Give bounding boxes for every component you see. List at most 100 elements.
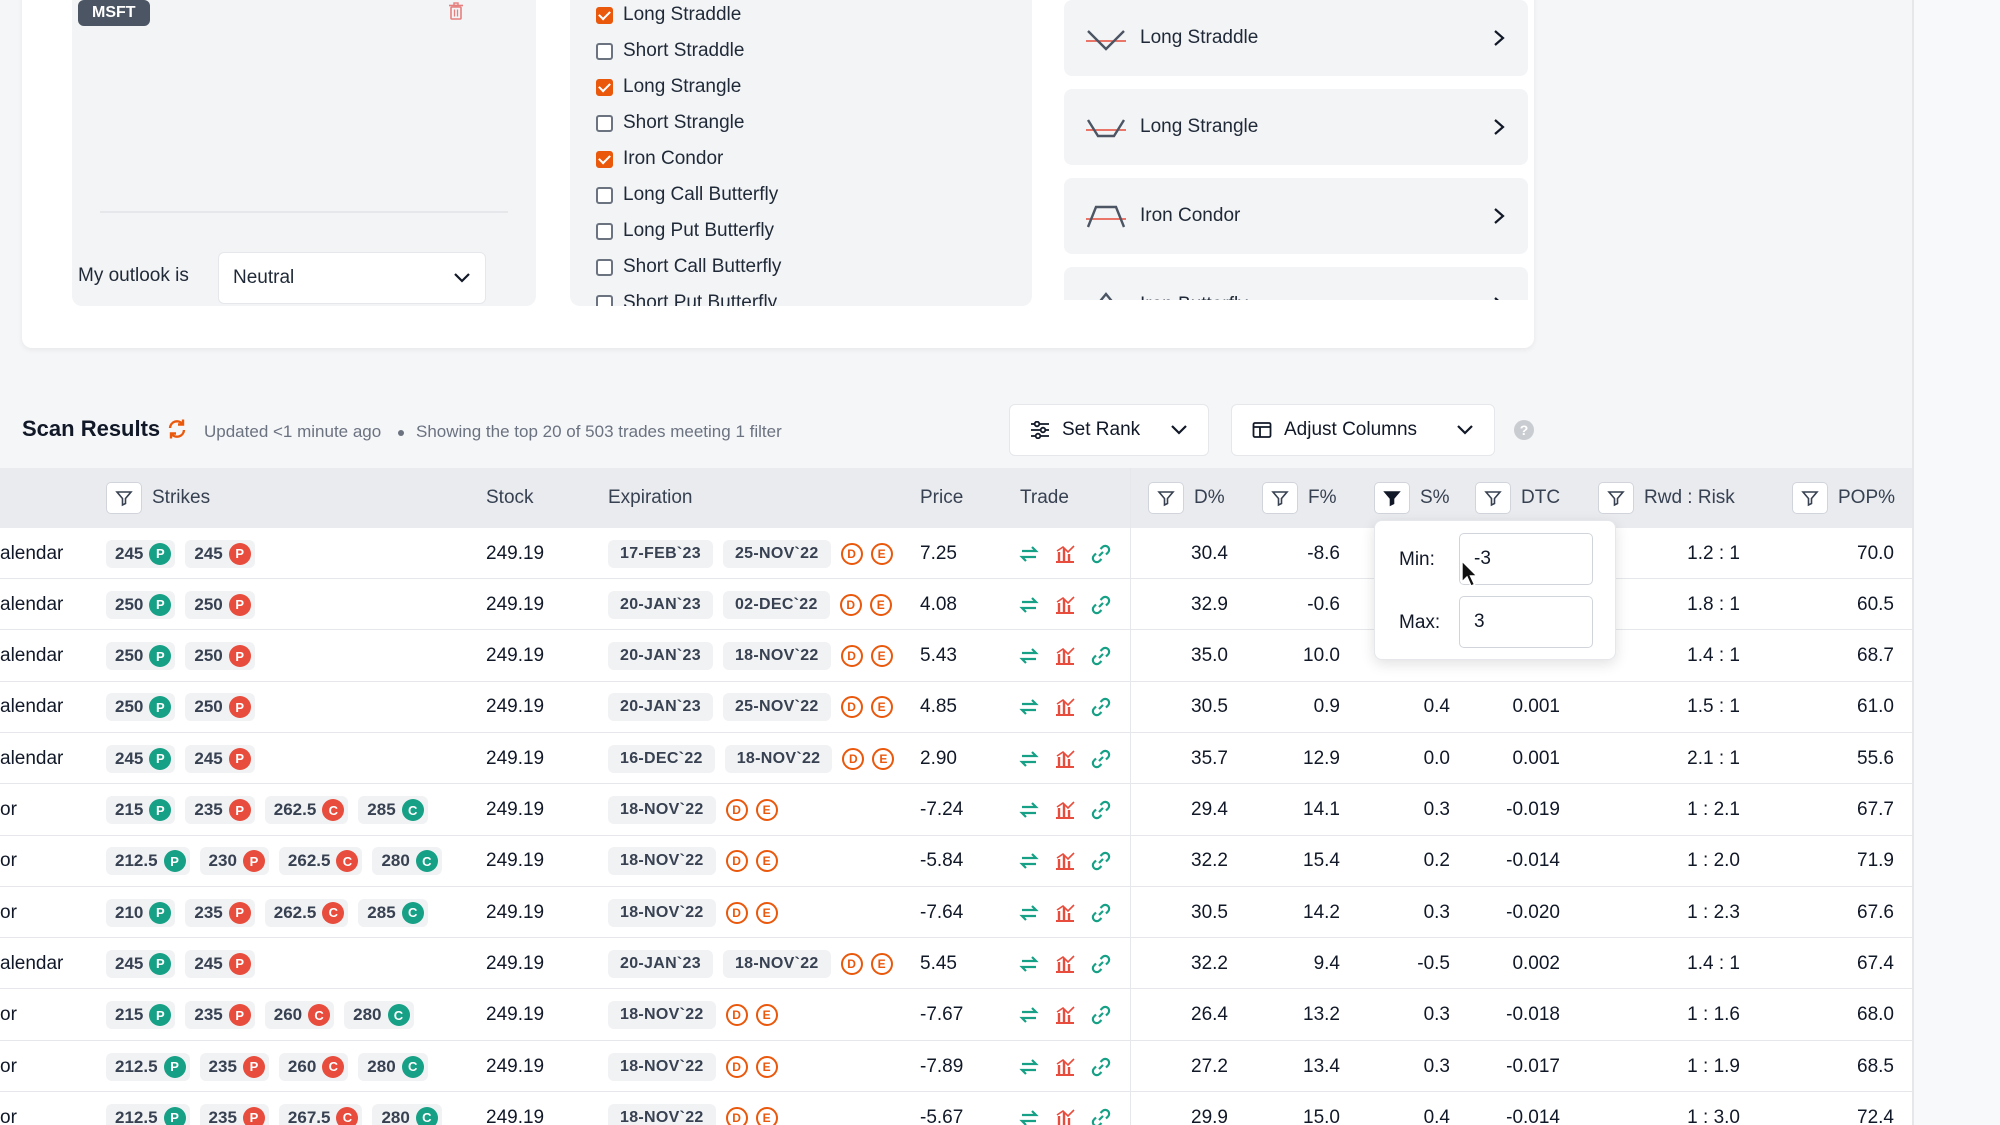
pop-filter-button[interactable]: [1792, 482, 1828, 514]
link-icon[interactable]: [1090, 850, 1112, 872]
link-icon[interactable]: [1090, 1004, 1112, 1026]
chart-icon[interactable]: [1054, 1004, 1076, 1026]
chart-icon[interactable]: [1054, 696, 1076, 718]
strategy-checkbox[interactable]: [596, 258, 613, 276]
chart-icon[interactable]: [1054, 799, 1076, 821]
table-row[interactable]: alendar 245 P 245 P 249.19 17-FEB`23 25-NOV`22 D…: [0, 528, 1912, 579]
dividend-badge[interactable]: D: [840, 696, 863, 719]
earnings-badge[interactable]: E: [755, 1106, 778, 1125]
link-icon[interactable]: [1090, 1056, 1112, 1078]
outlook-select[interactable]: Neutral: [218, 252, 486, 304]
strategy-checklist[interactable]: Short Put CalendarLong StraddleShort Str…: [570, 0, 1032, 306]
swap-icon[interactable]: [1018, 748, 1040, 770]
chart-icon[interactable]: [1054, 902, 1076, 924]
dividend-badge[interactable]: D: [839, 593, 862, 616]
earnings-badge[interactable]: E: [870, 952, 893, 975]
swap-icon[interactable]: [1018, 594, 1040, 616]
strategy-checkbox[interactable]: [596, 222, 613, 240]
rwd-risk-filter-button[interactable]: [1598, 482, 1634, 514]
strategy-checkbox[interactable]: [596, 150, 613, 168]
chart-icon[interactable]: [1054, 748, 1076, 770]
strategy-option[interactable]: Short Strangle: [596, 108, 744, 138]
swap-icon[interactable]: [1018, 645, 1040, 667]
swap-icon[interactable]: [1018, 1056, 1040, 1078]
strategy-card[interactable]: Long Straddle: [1064, 0, 1528, 76]
link-icon[interactable]: [1090, 902, 1112, 924]
dtc-filter-button[interactable]: [1475, 482, 1511, 514]
earnings-badge[interactable]: E: [869, 593, 892, 616]
link-icon[interactable]: [1090, 953, 1112, 975]
table-row[interactable]: alendar 250 P 250 P 249.19 20-JAN`23 18-NOV`22 D…: [0, 631, 1912, 682]
dividend-badge[interactable]: D: [725, 901, 748, 924]
dividend-badge[interactable]: D: [840, 952, 863, 975]
swap-icon[interactable]: [1018, 1004, 1040, 1026]
link-icon[interactable]: [1090, 799, 1112, 821]
strategy-option[interactable]: Long Call Butterfly: [596, 180, 778, 210]
strategy-option[interactable]: Iron Condor: [596, 144, 723, 174]
earnings-badge[interactable]: E: [755, 799, 778, 821]
table-row[interactable]: alendar 245 P 245 P 249.19 20-JAN`23 18-NOV`22 D…: [0, 938, 1912, 990]
refresh-icon[interactable]: [166, 418, 188, 440]
strategy-option[interactable]: Long Straddle: [596, 0, 741, 30]
table-row[interactable]: alendar 250 P 250 P 249.19 20-JAN`23 25-NOV`22 D…: [0, 682, 1912, 733]
strategy-checkbox[interactable]: [596, 114, 613, 132]
table-row[interactable]: alendar 245 P 245 P 249.19 16-DEC`22 18-NOV`22 D…: [0, 733, 1912, 785]
trash-icon[interactable]: [448, 2, 464, 20]
strategy-card[interactable]: Long Strangle: [1064, 89, 1528, 165]
strategy-option[interactable]: Long Put Butterfly: [596, 216, 774, 246]
strategy-checkbox[interactable]: [596, 42, 613, 60]
swap-icon[interactable]: [1018, 850, 1040, 872]
swap-icon[interactable]: [1018, 799, 1040, 821]
link-icon[interactable]: [1090, 645, 1112, 667]
link-icon[interactable]: [1090, 696, 1112, 718]
chart-icon[interactable]: [1054, 645, 1076, 667]
chart-icon[interactable]: [1054, 543, 1076, 565]
earnings-badge[interactable]: E: [755, 1004, 778, 1027]
earnings-badge[interactable]: E: [755, 1055, 778, 1078]
earnings-badge[interactable]: E: [872, 747, 895, 770]
symbol-chip[interactable]: MSFT: [78, 0, 150, 26]
earnings-badge[interactable]: E: [870, 696, 893, 719]
dividend-badge[interactable]: D: [725, 1004, 748, 1027]
strategy-option[interactable]: Short Straddle: [596, 36, 744, 66]
table-row[interactable]: or 210 P 235 P 262.5 C 285 C 249.19 18-NOV`22 D E -7.…: [0, 887, 1912, 939]
dividend-badge[interactable]: D: [840, 645, 863, 668]
strategy-option[interactable]: Long Strangle: [596, 72, 741, 102]
strategy-option[interactable]: Short Put Butterfly: [596, 288, 777, 306]
earnings-badge[interactable]: E: [870, 542, 893, 565]
dividend-badge[interactable]: D: [840, 542, 863, 565]
chart-icon[interactable]: [1054, 1107, 1076, 1125]
table-row[interactable]: or 215 P 235 P 262.5 C 285 C 249.19 18-NOV`22 D E -7.…: [0, 785, 1912, 836]
dividend-badge[interactable]: D: [725, 1106, 748, 1125]
table-row[interactable]: or 215 P 235 P 260 C 280 C 249.19 18-NOV`22 D E -7.67…: [0, 990, 1912, 1041]
strategy-card[interactable]: Iron Condor: [1064, 178, 1528, 254]
strategy-card[interactable]: Iron Butterfly: [1064, 267, 1528, 300]
filter-max-input[interactable]: [1459, 596, 1593, 648]
swap-icon[interactable]: [1018, 902, 1040, 924]
chart-icon[interactable]: [1054, 594, 1076, 616]
swap-icon[interactable]: [1018, 1107, 1040, 1125]
swap-icon[interactable]: [1018, 696, 1040, 718]
d-filter-button[interactable]: [1148, 482, 1184, 514]
earnings-badge[interactable]: E: [755, 850, 778, 873]
strategy-checkbox[interactable]: [596, 6, 613, 24]
dividend-badge[interactable]: D: [725, 799, 748, 821]
table-row[interactable]: or 212.5 P 235 P 260 C 280 C 249.19 18-NOV`22 D E -7.…: [0, 1041, 1912, 1092]
s-filter-button[interactable]: [1374, 482, 1410, 514]
strategy-checkbox[interactable]: [596, 78, 613, 96]
swap-icon[interactable]: [1018, 953, 1040, 975]
filter-min-input[interactable]: [1459, 533, 1593, 585]
adjust-columns-button[interactable]: Adjust Columns: [1231, 404, 1495, 456]
table-row[interactable]: or 212.5 P 235 P 267.5 C 280 C 249.19 18-NOV`22 D E -…: [0, 1092, 1912, 1125]
swap-icon[interactable]: [1018, 543, 1040, 565]
help-icon[interactable]: ?: [1514, 420, 1534, 440]
chart-icon[interactable]: [1054, 850, 1076, 872]
earnings-badge[interactable]: E: [870, 645, 893, 668]
dividend-badge[interactable]: D: [842, 747, 865, 770]
strikes-filter-button[interactable]: [106, 482, 142, 514]
set-rank-button[interactable]: Set Rank: [1009, 404, 1209, 456]
chart-icon[interactable]: [1054, 953, 1076, 975]
dividend-badge[interactable]: D: [725, 1055, 748, 1078]
table-row[interactable]: or 212.5 P 230 P 262.5 C 280 C 249.19 18-NOV`22 D E -…: [0, 836, 1912, 887]
strategy-option[interactable]: Short Call Butterfly: [596, 252, 781, 282]
